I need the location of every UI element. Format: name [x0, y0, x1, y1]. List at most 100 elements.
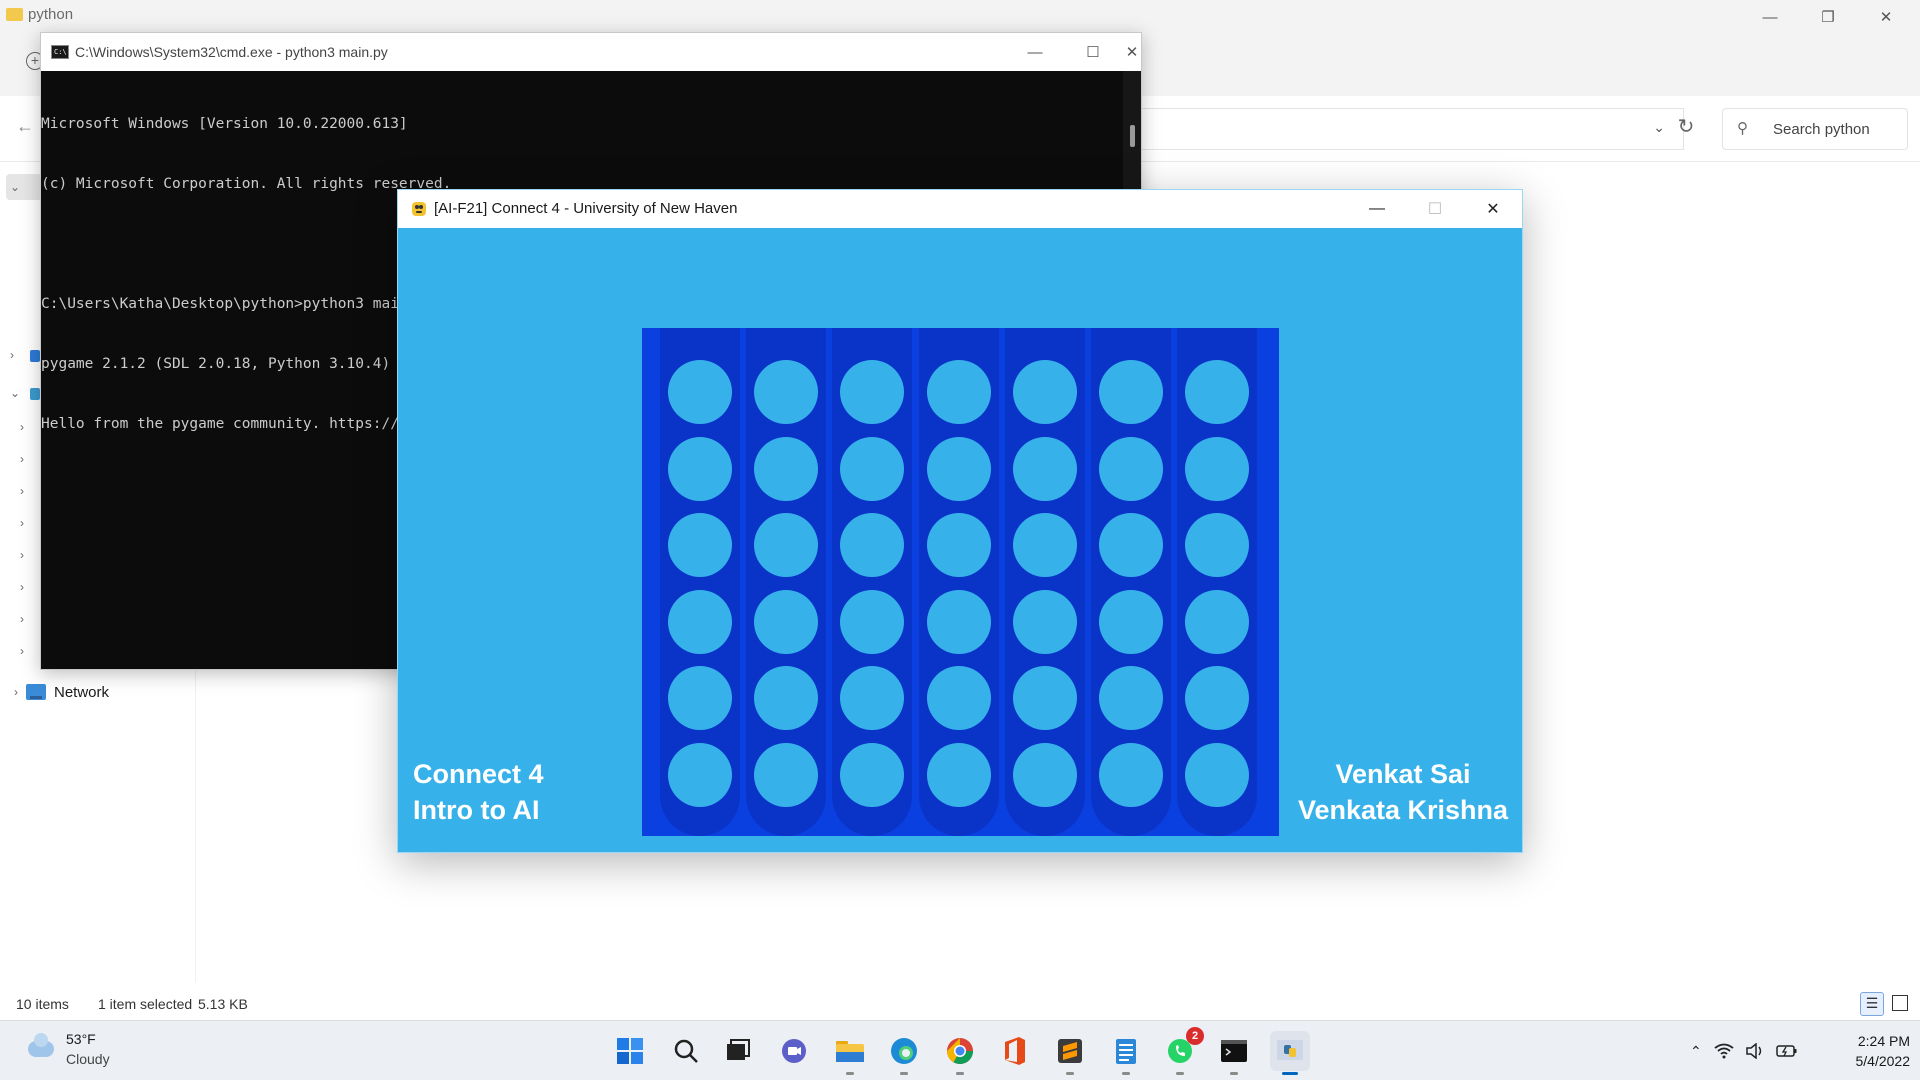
explorer-close-button[interactable]: ✕: [1858, 0, 1914, 34]
cmd-title: C:\Windows\System32\cmd.exe - python3 ma…: [75, 44, 388, 60]
board-slot-empty: [926, 589, 991, 654]
start-button[interactable]: [610, 1031, 650, 1071]
weather-temperature: 53°F: [66, 1031, 96, 1047]
nav-expand-chevron-icon[interactable]: ⌄: [10, 180, 20, 194]
clock[interactable]: 2:24 PM 5/4/2022: [1826, 1031, 1911, 1071]
nav-collapse-chevron-icon[interactable]: ⌄: [10, 386, 20, 400]
notepad-icon: [1116, 1039, 1136, 1064]
board-slot-empty: [754, 742, 819, 807]
game-close-button[interactable]: ✕: [1464, 190, 1522, 228]
game-minimize-button[interactable]: —: [1348, 190, 1406, 228]
search-button[interactable]: [666, 1031, 706, 1071]
search-icon: [674, 1039, 698, 1063]
back-arrow-icon[interactable]: ←: [16, 116, 34, 137]
connect4-board[interactable]: [642, 328, 1279, 836]
chevron-down-icon[interactable]: ⌄: [1653, 119, 1665, 136]
teams-chat-button[interactable]: [774, 1031, 814, 1071]
board-slot-empty: [668, 360, 732, 424]
details-view-icon[interactable]: ☰: [1860, 992, 1884, 1016]
python-taskbar-button[interactable]: [1270, 1031, 1310, 1075]
explorer-restore-button[interactable]: ❐: [1800, 0, 1856, 34]
board-slot-empty: [754, 589, 819, 654]
show-hidden-icons-icon[interactable]: ⌃: [1690, 1043, 1702, 1060]
nav-item-network[interactable]: › Network: [14, 682, 109, 702]
left-caption-line: Intro to AI: [413, 795, 540, 825]
start-icon: [617, 1038, 643, 1064]
cmd-maximize-button[interactable]: ☐: [1064, 33, 1122, 71]
task-view-button[interactable]: [718, 1031, 758, 1071]
whatsapp-taskbar-button[interactable]: 2: [1160, 1027, 1204, 1075]
nav-expand-chevron-icon[interactable]: ›: [14, 685, 18, 699]
board-slot-empty: [1185, 360, 1250, 424]
scrollbar-thumb[interactable]: [1130, 125, 1135, 147]
running-indicator: [900, 1072, 908, 1075]
cmd-minimize-button[interactable]: —: [1006, 33, 1064, 71]
board-slot-empty: [1012, 742, 1077, 807]
board-slot-empty: [926, 742, 991, 807]
search-box[interactable]: ⚲ Search python: [1722, 108, 1908, 150]
active-indicator: [1282, 1072, 1298, 1075]
nav-expand-chevron-icon[interactable]: ›: [20, 580, 24, 594]
refresh-icon[interactable]: ↻: [1672, 114, 1700, 142]
edge-taskbar-button[interactable]: [884, 1031, 924, 1075]
cmd-icon: C:\: [51, 45, 69, 59]
nav-expand-chevron-icon[interactable]: ›: [20, 484, 24, 498]
sublime-taskbar-button[interactable]: [1050, 1031, 1090, 1075]
board-slot-empty: [1099, 666, 1163, 730]
chrome-icon: [946, 1038, 974, 1065]
nav-expand-chevron-icon[interactable]: ›: [20, 612, 24, 626]
tiles-view-icon[interactable]: [1892, 995, 1908, 1011]
running-indicator: [1122, 1072, 1130, 1075]
network-icon: [26, 684, 46, 700]
board-slot-empty: [840, 589, 905, 654]
running-indicator: [846, 1072, 854, 1075]
board-slot-empty: [1012, 436, 1077, 501]
board-slot-empty: [668, 666, 732, 730]
right-caption-line: Venkat Sai: [1335, 759, 1471, 789]
weather-widget[interactable]: 53°F Cloudy: [24, 1031, 184, 1071]
board-slot-empty: [840, 742, 905, 807]
folder-icon: [6, 8, 23, 21]
board-slot-empty: [840, 666, 905, 730]
nav-expand-chevron-icon[interactable]: ›: [10, 348, 14, 362]
wifi-icon[interactable]: [1714, 1043, 1734, 1059]
nav-expand-chevron-icon[interactable]: ›: [20, 644, 24, 658]
game-maximize-button: ☐: [1427, 201, 1443, 218]
board-slot-empty: [1185, 513, 1250, 577]
board-slot-empty: [1185, 742, 1250, 807]
board-slot-empty: [668, 513, 732, 577]
terminal-taskbar-button[interactable]: [1214, 1031, 1254, 1075]
running-indicator: [956, 1072, 964, 1075]
board-slot-empty: [1099, 436, 1163, 501]
board-slot-empty: [1099, 742, 1163, 807]
board-slot-empty: [754, 666, 819, 730]
left-caption-line: Connect 4: [413, 759, 544, 789]
cmd-titlebar[interactable]: C:\ C:\Windows\System32\cmd.exe - python…: [41, 33, 1141, 71]
chrome-taskbar-button[interactable]: [940, 1031, 980, 1075]
battery-icon[interactable]: [1775, 1044, 1798, 1058]
board-slot-empty: [926, 360, 991, 424]
nav-expand-chevron-icon[interactable]: ›: [20, 548, 24, 562]
board-slot-empty: [840, 436, 905, 501]
cmd-close-button[interactable]: ✕: [1122, 33, 1142, 71]
game-title: [AI-F21] Connect 4 - University of New H…: [434, 200, 738, 217]
volume-icon[interactable]: [1745, 1043, 1764, 1059]
pygame-window: [AI-F21] Connect 4 - University of New H…: [397, 189, 1523, 853]
taskbar: 53°F Cloudy 2 ⌃ 2:24 PM 5/4/2022: [0, 1020, 1920, 1080]
system-tray: ⌃: [1690, 1037, 1798, 1065]
game-canvas[interactable]: Connect 4 Intro to AI Venkat Sai Venkata…: [398, 228, 1522, 852]
nav-expand-chevron-icon[interactable]: ›: [20, 516, 24, 530]
notepad-taskbar-button[interactable]: [1106, 1031, 1146, 1075]
file-explorer-taskbar-button[interactable]: [830, 1031, 870, 1075]
nav-expand-chevron-icon[interactable]: ›: [20, 420, 24, 434]
board-slot-empty: [840, 513, 905, 577]
weather-condition: Cloudy: [66, 1051, 110, 1067]
office-taskbar-button[interactable]: [994, 1031, 1034, 1071]
nav-expand-chevron-icon[interactable]: ›: [20, 452, 24, 466]
console-line: Microsoft Windows [Version 10.0.22000.61…: [41, 116, 408, 132]
explorer-minimize-button[interactable]: —: [1742, 0, 1798, 34]
teams-chat-icon: [782, 1039, 806, 1063]
game-titlebar[interactable]: [AI-F21] Connect 4 - University of New H…: [398, 190, 1522, 228]
address-bar[interactable]: ⌄: [1130, 108, 1684, 150]
status-bar: 10 items 1 item selected 5.13 KB: [0, 990, 1920, 1020]
